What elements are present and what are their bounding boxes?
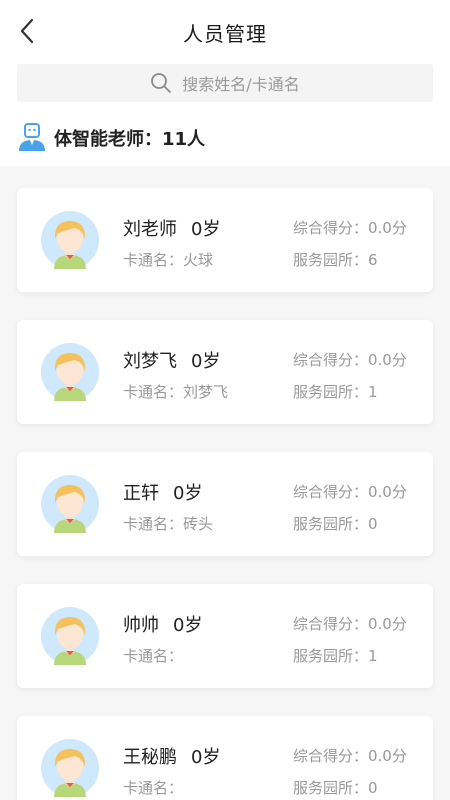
avatar [41, 739, 99, 797]
teacher-name-age: 正轩 0岁 [123, 479, 202, 505]
teacher-parks: 服务园所：0 [293, 779, 378, 797]
search-bar: 搜索姓名/卡通名 [0, 62, 450, 106]
page-title: 人员管理 [183, 22, 267, 46]
teacher-cartoon-name: 卡通名： [123, 647, 184, 665]
search-placeholder: 搜索姓名/卡通名 [182, 75, 300, 94]
teacher-name-age: 王秘鹏 0岁 [123, 743, 220, 769]
teacher-card[interactable]: 王秘鹏 0岁 卡通名： 综合得分：0.0分 服务园所：0 [17, 716, 433, 800]
teacher-parks: 服务园所：0 [293, 515, 378, 533]
teacher-name-age: 刘梦飞 0岁 [123, 347, 220, 373]
teacher-name-age: 刘老师 0岁 [123, 215, 220, 241]
teacher-cartoon-name: 卡通名： [123, 779, 184, 797]
teacher-icon [19, 123, 45, 151]
top-bar: 人员管理 [0, 0, 450, 62]
teacher-age: 0岁 [191, 351, 221, 372]
teacher-age: 0岁 [173, 483, 203, 504]
teacher-parks: 服务园所：1 [293, 383, 378, 401]
teacher-age: 0岁 [191, 219, 221, 240]
avatar [41, 343, 99, 401]
teacher-card[interactable]: 刘梦飞 0岁 卡通名：刘梦飞 综合得分：0.0分 服务园所：1 [17, 320, 433, 424]
teacher-name: 帅帅 [123, 615, 159, 636]
teacher-card[interactable]: 帅帅 0岁 卡通名： 综合得分：0.0分 服务园所：1 [17, 584, 433, 688]
search-input[interactable]: 搜索姓名/卡通名 [17, 64, 433, 102]
teacher-cartoon-name: 卡通名：砖头 [123, 515, 214, 533]
group-header: 体智能老师：11人 [0, 106, 450, 166]
avatar [41, 607, 99, 665]
teacher-score: 综合得分：0.0分 [293, 747, 407, 765]
teacher-cartoon-name: 卡通名：火球 [123, 251, 214, 269]
teacher-score: 综合得分：0.0分 [293, 483, 407, 501]
teacher-name: 王秘鹏 [123, 747, 177, 768]
teacher-card[interactable]: 正轩 0岁 卡通名：砖头 综合得分：0.0分 服务园所：0 [17, 452, 433, 556]
teacher-score: 综合得分：0.0分 [293, 219, 407, 237]
teacher-parks: 服务园所：1 [293, 647, 378, 665]
teacher-score: 综合得分：0.0分 [293, 615, 407, 633]
teacher-score: 综合得分：0.0分 [293, 351, 407, 369]
avatar [41, 475, 99, 533]
group-label: 体智能老师：11人 [54, 129, 206, 150]
teacher-name: 刘老师 [123, 219, 177, 240]
teacher-name-age: 帅帅 0岁 [123, 611, 202, 637]
search-icon [150, 72, 172, 94]
teacher-name: 正轩 [123, 483, 159, 504]
teacher-name: 刘梦飞 [123, 351, 177, 372]
teacher-age: 0岁 [173, 615, 203, 636]
teacher-card[interactable]: 刘老师 0岁 卡通名：火球 综合得分：0.0分 服务园所：6 [17, 188, 433, 292]
avatar [41, 211, 99, 269]
teacher-parks: 服务园所：6 [293, 251, 378, 269]
teacher-cartoon-name: 卡通名：刘梦飞 [123, 383, 229, 401]
teacher-age: 0岁 [191, 747, 221, 768]
